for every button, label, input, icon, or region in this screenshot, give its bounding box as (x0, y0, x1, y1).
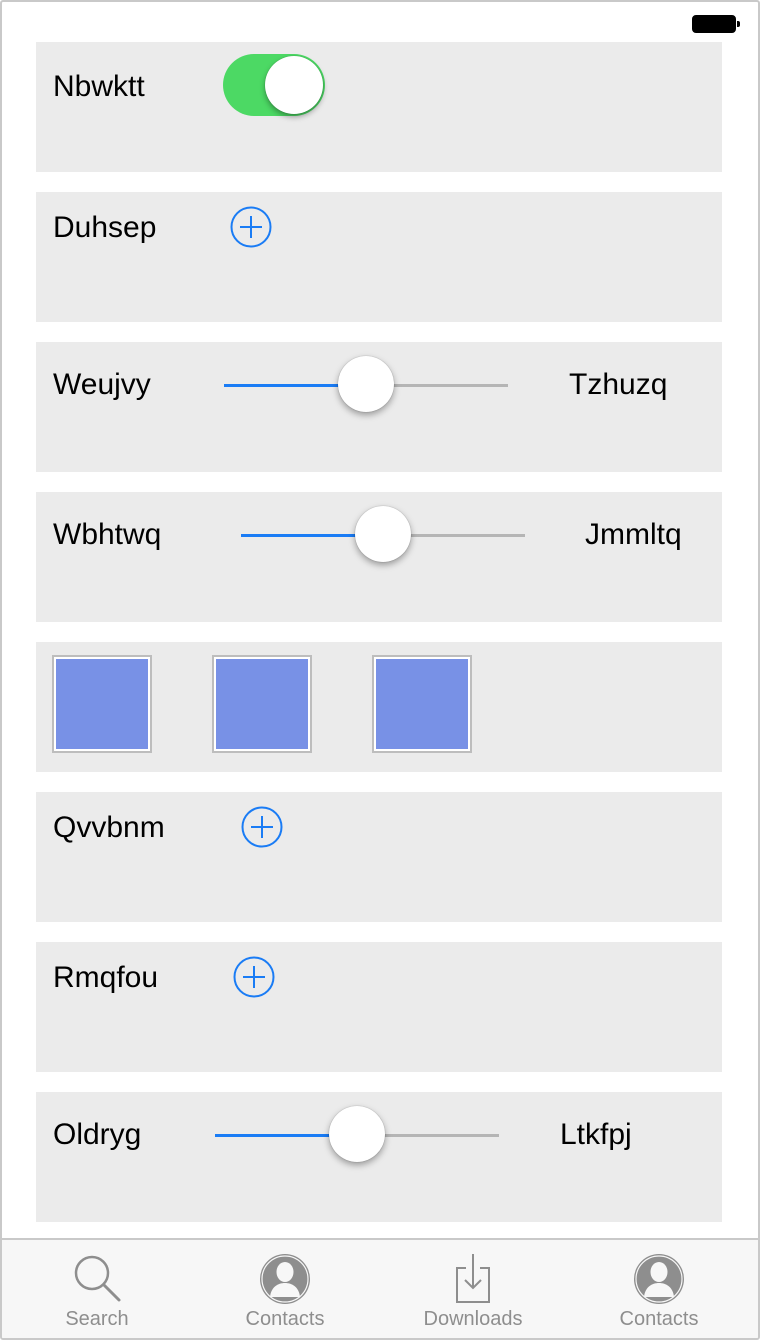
slider-max-label: Jmmltq (585, 518, 682, 551)
contact-icon (260, 1254, 310, 1304)
row-label: Rmqfou (53, 961, 159, 994)
app-window: Nbwktt Duhsep Weujvy Tzhuzq Wbhtwq Jmmlt (0, 0, 760, 1340)
tab-bar: Search Contacts Downloads Contacts (2, 1238, 758, 1338)
color-swatch[interactable] (52, 655, 152, 753)
swatch-fill (376, 659, 468, 749)
row-oldryg: Oldryg Ltkfpj (36, 1092, 722, 1222)
slider-max-label: Ltkfpj (560, 1118, 632, 1151)
row-label: Wbhtwq (53, 518, 162, 551)
row-qvvbnm: Qvvbnm (36, 792, 722, 922)
tab-downloads[interactable]: Downloads (388, 1240, 558, 1338)
row-rmqfou: Rmqfou (36, 942, 722, 1072)
battery-icon (692, 15, 740, 33)
swatch-fill (216, 659, 308, 749)
tab-contacts[interactable]: Contacts (200, 1240, 370, 1338)
tab-label: Contacts (245, 1308, 325, 1330)
row-weujvy: Weujvy Tzhuzq (36, 342, 722, 472)
swatch-fill (56, 659, 148, 749)
toggle-knob[interactable] (265, 56, 323, 114)
weujvy-slider[interactable] (224, 356, 508, 412)
row-label: Nbwktt (53, 70, 145, 103)
slider-max-label: Tzhuzq (569, 368, 668, 401)
row-swatches (36, 642, 722, 772)
plus-circle-icon[interactable] (230, 206, 272, 248)
plus-circle-icon[interactable] (241, 806, 283, 848)
search-icon (74, 1255, 121, 1302)
slider-thumb[interactable] (338, 356, 394, 412)
row-label: Duhsep (53, 211, 157, 244)
slider-thumb[interactable] (329, 1106, 385, 1162)
row-label: Qvvbnm (53, 811, 165, 844)
nbwktt-toggle[interactable] (223, 54, 325, 116)
wbhtwq-slider[interactable] (241, 506, 525, 562)
oldryg-slider[interactable] (215, 1106, 499, 1162)
tab-label: Downloads (423, 1308, 523, 1330)
contact-icon (634, 1254, 684, 1304)
download-icon (456, 1254, 490, 1303)
color-swatch[interactable] (372, 655, 472, 753)
tab-search[interactable]: Search (12, 1240, 182, 1338)
row-wbhtwq: Wbhtwq Jmmltq (36, 492, 722, 622)
tab-contacts-2[interactable]: Contacts (574, 1240, 744, 1338)
row-nbwktt: Nbwktt (36, 42, 722, 172)
tab-label: Contacts (619, 1308, 699, 1330)
row-duhsep: Duhsep (36, 192, 722, 322)
row-label: Weujvy (53, 368, 151, 401)
plus-circle-icon[interactable] (233, 956, 275, 998)
color-swatch[interactable] (212, 655, 312, 753)
row-label: Oldryg (53, 1118, 142, 1151)
slider-thumb[interactable] (355, 506, 411, 562)
tab-label: Search (65, 1308, 129, 1330)
